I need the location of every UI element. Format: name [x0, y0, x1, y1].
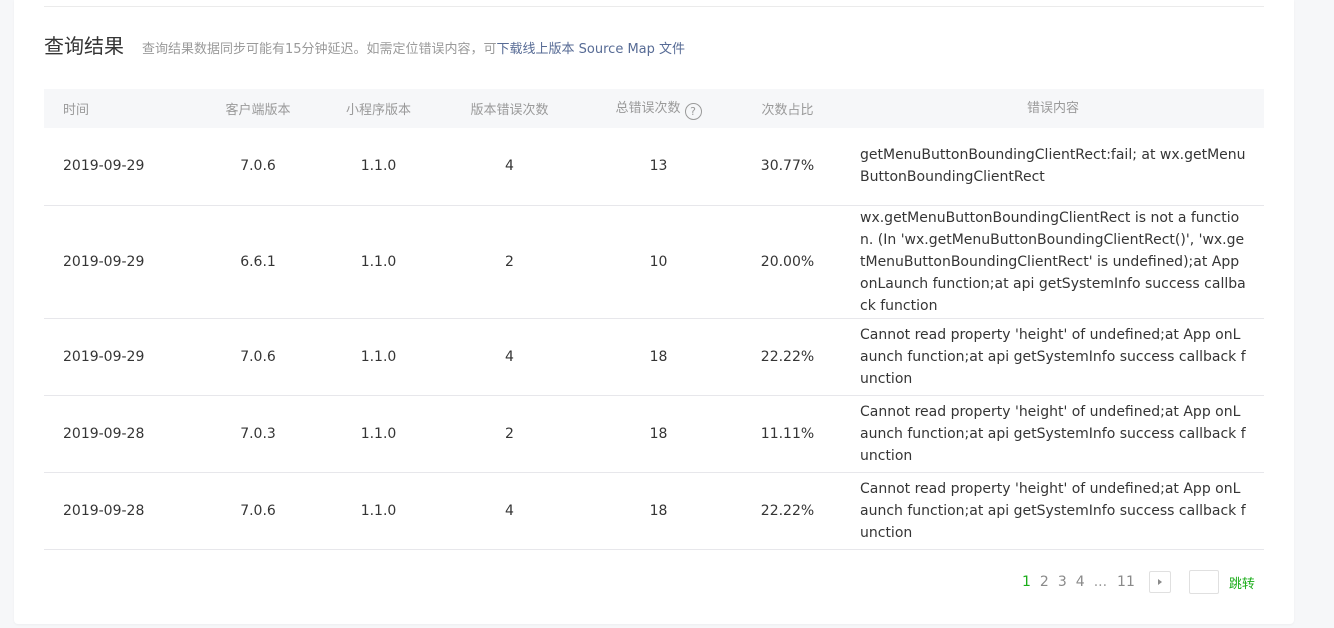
cell-total-errors: 18 — [584, 318, 733, 396]
cell-ratio: 30.77% — [733, 128, 842, 206]
cell-version-errors: 4 — [435, 472, 584, 550]
cell-ratio: 22.22% — [733, 318, 842, 396]
jump-button[interactable]: 跳转 — [1229, 573, 1255, 592]
page-3[interactable]: 3 — [1058, 574, 1067, 590]
header-total-errors-label: 总错误次数 — [615, 101, 681, 116]
header-total-errors: 总错误次数? — [584, 89, 733, 128]
cell-client-version: 7.0.6 — [194, 318, 322, 396]
table-row: 2019-09-29 7.0.6 1.1.0 4 13 30.77% getMe… — [44, 128, 1264, 206]
cell-time: 2019-09-28 — [44, 395, 194, 473]
cell-version-errors: 4 — [435, 128, 584, 206]
caret-right-icon — [1157, 579, 1162, 585]
cell-mp-version: 1.1.0 — [322, 395, 435, 473]
cell-content: Cannot read property 'height' of undefin… — [842, 395, 1264, 473]
page-2[interactable]: 2 — [1040, 574, 1049, 590]
cell-mp-version: 1.1.0 — [322, 318, 435, 396]
section-header: 查询结果 查询结果数据同步可能有15分钟延迟。如需定位错误内容，可 下载线上版本… — [44, 30, 685, 59]
page-jump-input[interactable] — [1188, 570, 1219, 594]
table-header-row: 时间 客户端版本 小程序版本 版本错误次数 总错误次数? 次数占比 错误内容 — [44, 89, 1264, 128]
cell-time: 2019-09-28 — [44, 472, 194, 550]
header-version-errors: 版本错误次数 — [435, 89, 584, 128]
cell-total-errors: 10 — [584, 205, 733, 319]
query-result-card: 查询结果 查询结果数据同步可能有15分钟延迟。如需定位错误内容，可 下载线上版本… — [14, 0, 1294, 624]
section-title: 查询结果 — [44, 34, 124, 58]
cell-client-version: 7.0.3 — [194, 395, 322, 473]
cell-total-errors: 18 — [584, 472, 733, 550]
delay-tip: 查询结果数据同步可能有15分钟延迟。如需定位错误内容，可 — [142, 42, 497, 57]
cell-time: 2019-09-29 — [44, 318, 194, 396]
cell-client-version: 7.0.6 — [194, 128, 322, 206]
cell-client-version: 6.6.1 — [194, 205, 322, 319]
cell-total-errors: 18 — [584, 395, 733, 473]
top-divider — [44, 6, 1264, 7]
cell-client-version: 7.0.6 — [194, 472, 322, 550]
header-client-version: 客户端版本 — [194, 89, 322, 128]
cell-version-errors: 2 — [435, 395, 584, 473]
cell-mp-version: 1.1.0 — [322, 205, 435, 319]
cell-total-errors: 13 — [584, 128, 733, 206]
download-source-map-link[interactable]: 下载线上版本 Source Map 文件 — [497, 38, 685, 57]
error-result-table: 时间 客户端版本 小程序版本 版本错误次数 总错误次数? 次数占比 错误内容 2… — [44, 89, 1264, 550]
table-row: 2019-09-28 7.0.6 1.1.0 4 18 22.22% Canno… — [44, 472, 1264, 550]
page-last[interactable]: 11 — [1117, 574, 1135, 590]
cell-ratio: 22.22% — [733, 472, 842, 550]
page-1[interactable]: 1 — [1022, 574, 1031, 590]
cell-version-errors: 4 — [435, 318, 584, 396]
table-row: 2019-09-29 6.6.1 1.1.0 2 10 20.00% wx.ge… — [44, 205, 1264, 319]
page-ellipsis: ... — [1093, 574, 1108, 590]
cell-content: Cannot read property 'height' of undefin… — [842, 472, 1264, 550]
cell-mp-version: 1.1.0 — [322, 128, 435, 206]
pagination: 1 2 3 4 ... 11 跳转 — [1022, 570, 1255, 594]
header-mp-version: 小程序版本 — [322, 89, 435, 128]
cell-ratio: 20.00% — [733, 205, 842, 319]
cell-time: 2019-09-29 — [44, 205, 194, 319]
cell-content: getMenuButtonBoundingClientRect:fail; at… — [842, 128, 1264, 206]
cell-version-errors: 2 — [435, 205, 584, 319]
header-ratio: 次数占比 — [733, 89, 842, 128]
help-icon[interactable]: ? — [684, 103, 702, 120]
header-content: 错误内容 — [842, 89, 1264, 128]
table-row: 2019-09-28 7.0.3 1.1.0 2 18 11.11% Canno… — [44, 395, 1264, 473]
page-4[interactable]: 4 — [1076, 574, 1085, 590]
cell-content: wx.getMenuButtonBoundingClientRect is no… — [842, 205, 1264, 319]
table-row: 2019-09-29 7.0.6 1.1.0 4 18 22.22% Canno… — [44, 318, 1264, 396]
cell-time: 2019-09-29 — [44, 128, 194, 206]
next-page-button[interactable] — [1148, 571, 1171, 593]
header-time: 时间 — [44, 89, 194, 128]
cell-content: Cannot read property 'height' of undefin… — [842, 318, 1264, 396]
cell-ratio: 11.11% — [733, 395, 842, 473]
cell-mp-version: 1.1.0 — [322, 472, 435, 550]
